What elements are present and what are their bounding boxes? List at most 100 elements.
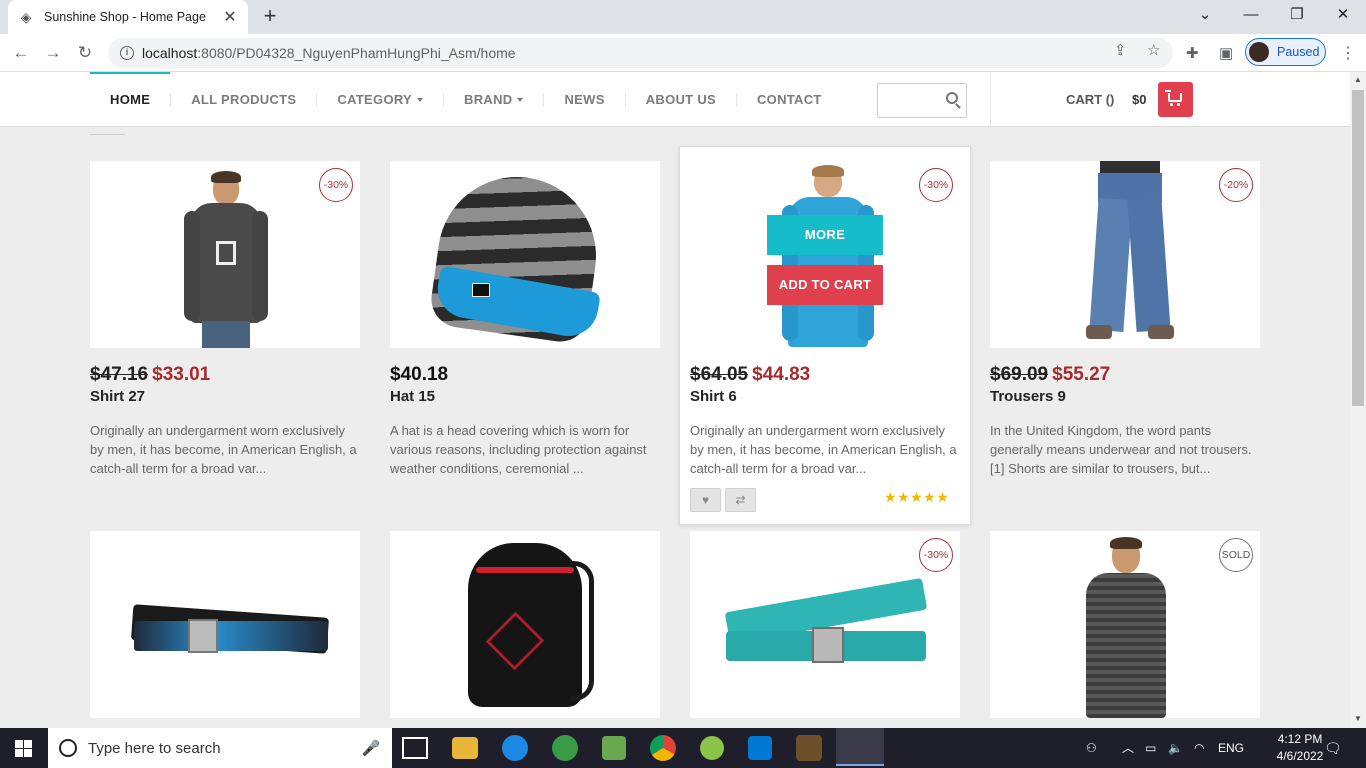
close-window-button[interactable]: ✕ (1320, 0, 1366, 34)
nav-news[interactable]: NEWS (544, 92, 626, 107)
nav-home[interactable]: HOME (90, 92, 172, 107)
network-icon[interactable]: ◠ (1194, 728, 1204, 768)
microphone-icon[interactable]: 🎤 (360, 739, 382, 757)
add-to-cart-button[interactable]: ADD TO CART (767, 265, 883, 305)
browser-tab[interactable]: ◈ Sunshine Shop - Home Page ✕ (8, 0, 248, 34)
cortana-icon (59, 739, 77, 757)
more-button[interactable]: MORE (767, 215, 883, 255)
price: $40.18 (390, 364, 449, 385)
app-game-icon[interactable] (796, 735, 822, 761)
share-icon[interactable]: ⇪ (1114, 41, 1127, 59)
product-description: A hat is a head covering which is worn f… (390, 423, 647, 476)
volume-icon[interactable]: 🔈 (1168, 728, 1183, 768)
discount-badge: -30% (919, 538, 953, 572)
discount-badge: -30% (319, 168, 353, 202)
cart-button[interactable] (1158, 82, 1193, 117)
price: $69.09 $55.27 (990, 364, 1111, 385)
site-info-icon[interactable]: i (120, 46, 134, 60)
product-image[interactable] (390, 531, 660, 718)
product-name[interactable]: Hat 15 (390, 388, 435, 405)
bookmark-star-icon[interactable]: ☆ (1147, 41, 1160, 59)
browser-toolbar: ← → ↻ i localhost:8080/PD04328_NguyenPha… (0, 34, 1366, 72)
taskbar-search-placeholder: Type here to search (88, 739, 221, 757)
site-header: HOME ALL PRODUCTS CATEGORY BRAND NEWS AB… (0, 72, 1350, 127)
back-button[interactable]: ← (8, 40, 34, 66)
scroll-down-icon[interactable]: ▼ (1354, 714, 1362, 723)
extensions-icon[interactable]: ✚ (1186, 44, 1199, 62)
chrome-active-icon[interactable] (836, 728, 884, 766)
side-panel-icon[interactable]: ▣ (1219, 44, 1233, 62)
notifications-icon[interactable]: 🗨 (1324, 728, 1342, 768)
new-tab-button[interactable]: + (258, 5, 282, 29)
nav-about-us[interactable]: ABOUT US (626, 92, 737, 107)
header-divider (990, 72, 991, 127)
shopping-cart-icon (1165, 90, 1182, 106)
menu-kebab-icon[interactable]: ⋮ (1340, 43, 1356, 63)
product-name[interactable]: Shirt 27 (90, 388, 145, 405)
wishlist-heart-button[interactable]: ♥ (690, 488, 721, 512)
caret-down-icon (517, 98, 524, 103)
tab-search-chevron-icon[interactable]: ⌄ (1182, 0, 1228, 34)
edge-icon[interactable] (502, 735, 528, 761)
chrome-icon[interactable] (650, 735, 676, 761)
browser-tab-bar: ◈ Sunshine Shop - Home Page ✕ + ⌄ — ❐ ✕ (0, 0, 1366, 34)
product-name[interactable]: Trousers 9 (990, 388, 1066, 405)
taskbar-search-input[interactable]: Type here to search 🎤 (48, 728, 392, 768)
taskbar-clock[interactable]: 4:12 PM 4/6/2022 (1276, 731, 1324, 765)
nav-brand[interactable]: BRAND (444, 92, 545, 107)
vscode-icon[interactable] (748, 736, 772, 760)
section-divider (90, 134, 125, 135)
url-text: localhost:8080/PD04328_NguyenPhamHungPhi… (142, 45, 516, 61)
scrollbar-thumb[interactable] (1352, 90, 1364, 406)
minimize-button[interactable]: — (1228, 0, 1274, 34)
discount-badge: -20% (1219, 168, 1253, 202)
search-input[interactable] (877, 83, 967, 118)
web-page: HOME ALL PRODUCTS CATEGORY BRAND NEWS AB… (0, 72, 1350, 728)
app-green-icon[interactable] (700, 736, 724, 760)
site-favicon-icon: ◈ (20, 9, 32, 25)
scroll-up-icon[interactable]: ▲ (1354, 75, 1362, 84)
reload-button[interactable]: ↻ (72, 40, 98, 66)
discount-badge: -30% (919, 168, 953, 202)
main-menu: HOME ALL PRODUCTS CATEGORY BRAND NEWS AB… (90, 72, 842, 127)
app-tool-icon[interactable] (602, 736, 626, 760)
tab-close-icon[interactable]: ✕ (222, 7, 238, 27)
windows-taskbar: Type here to search 🎤 ⚇ ︿ ▭ 🔈 ◠ ENG 4:12… (0, 728, 1366, 768)
people-icon[interactable]: ⚇ (1086, 728, 1097, 768)
price: $47.16 $33.01 (90, 364, 211, 385)
file-explorer-icon[interactable] (452, 737, 478, 759)
product-image[interactable] (90, 531, 360, 718)
avatar (1249, 42, 1269, 62)
product-description: Originally an undergarment worn exclusiv… (90, 423, 357, 476)
caret-down-icon (417, 98, 424, 103)
windows-start-icon[interactable] (15, 740, 32, 757)
product-description: In the United Kingdom, the word pants ge… (990, 423, 1252, 476)
tab-title: Sunshine Shop - Home Page (44, 10, 206, 24)
product-image[interactable] (390, 161, 660, 348)
restore-button[interactable]: ❐ (1274, 0, 1320, 34)
sold-badge: SOLD (1219, 538, 1253, 572)
clock-time: 4:12 PM (1277, 732, 1323, 746)
nav-category[interactable]: CATEGORY (317, 92, 445, 107)
nav-all-products[interactable]: ALL PRODUCTS (171, 92, 318, 107)
page-scrollbar[interactable]: ▲ ▼ (1350, 72, 1366, 728)
forward-button[interactable]: → (40, 40, 66, 66)
address-bar[interactable]: i localhost:8080/PD04328_NguyenPhamHungP… (108, 38, 1173, 68)
compare-button[interactable]: ⇄ (725, 488, 756, 512)
profile-status: Paused (1277, 45, 1320, 59)
rating-stars: ★★★★★ (884, 489, 950, 505)
profile-button[interactable]: Paused (1245, 38, 1326, 66)
battery-icon[interactable]: ▭ (1145, 728, 1156, 768)
search-icon[interactable] (946, 92, 958, 104)
task-view-icon[interactable] (402, 737, 428, 759)
cart-amount: $0 (1132, 92, 1147, 107)
product-name[interactable]: Shirt 6 (690, 388, 737, 405)
product-description: Originally an undergarment worn exclusiv… (690, 423, 957, 476)
cart-link[interactable]: CART () (1066, 92, 1114, 107)
app-globe-icon[interactable] (552, 735, 578, 761)
language-indicator[interactable]: ENG (1218, 728, 1244, 768)
clock-date: 4/6/2022 (1276, 749, 1324, 763)
price: $64.05 $44.83 (690, 364, 811, 385)
nav-contact[interactable]: CONTACT (737, 92, 842, 107)
tray-chevron-up-icon[interactable]: ︿ (1122, 728, 1134, 768)
